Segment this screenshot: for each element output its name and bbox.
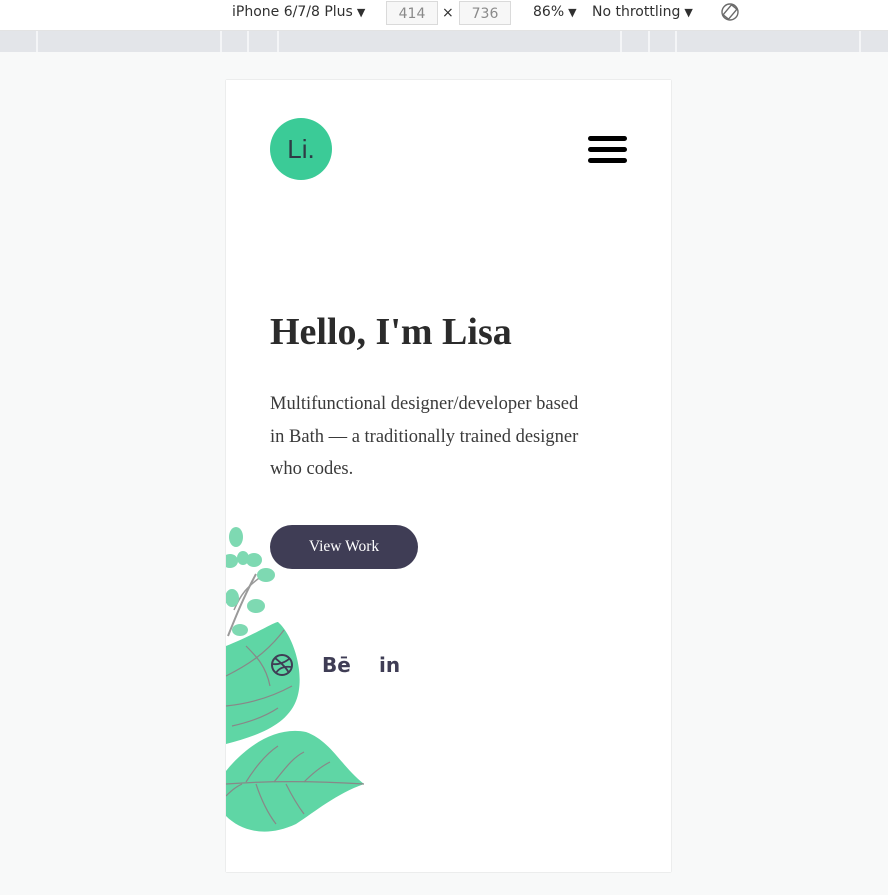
dimension-separator: ×	[442, 5, 454, 21]
linkedin-link[interactable]: in	[379, 652, 400, 678]
media-query-ruler[interactable]	[0, 31, 888, 52]
behance-link[interactable]: Bē	[322, 652, 351, 678]
dropdown-arrow-icon: ▼	[684, 6, 693, 19]
ruler-divider	[675, 31, 677, 52]
linkedin-icon: in	[379, 653, 401, 677]
hamburger-icon	[588, 147, 627, 152]
ruler-divider	[277, 31, 279, 52]
throttling-label: No throttling	[592, 4, 681, 20]
ruler-divider	[648, 31, 650, 52]
dropdown-arrow-icon: ▼	[356, 6, 366, 19]
hamburger-icon	[588, 158, 627, 163]
zoom-select[interactable]: 86% ▼	[533, 4, 577, 20]
device-viewport: Li. Hello, I'm Lisa Multifunctional desi…	[226, 80, 671, 872]
ruler-divider	[859, 31, 861, 52]
ruler-divider	[247, 31, 249, 52]
dribbble-icon	[271, 654, 293, 676]
ruler-divider	[220, 31, 222, 52]
menu-button[interactable]	[588, 136, 628, 166]
ruler-divider	[36, 31, 38, 52]
view-work-button[interactable]: View Work	[270, 525, 418, 569]
throttling-select[interactable]: No throttling ▼	[592, 4, 693, 20]
logo[interactable]: Li.	[270, 118, 332, 180]
zoom-label: 86%	[533, 4, 565, 20]
plant-illustration	[226, 527, 365, 832]
dropdown-arrow-icon: ▼	[568, 6, 577, 19]
device-toolbar: iPhone 6/7/8 Plus ▼ 414 × 736 86% ▼ No thr…	[0, 0, 888, 31]
rotate-icon[interactable]	[720, 2, 740, 22]
device-label: iPhone 6/7/8 Plus	[232, 4, 353, 20]
dribbble-link[interactable]	[270, 652, 294, 678]
hamburger-icon	[588, 136, 627, 141]
behance-icon: Bē	[322, 653, 351, 677]
device-select[interactable]: iPhone 6/7/8 Plus ▼	[232, 4, 365, 20]
ruler-divider	[620, 31, 622, 52]
hero-description: Multifunctional designer/developer based…	[270, 394, 579, 479]
width-input[interactable]: 414	[386, 1, 438, 25]
height-input[interactable]: 736	[459, 1, 511, 25]
hero-title: Hello, I'm Lisa	[270, 311, 512, 353]
